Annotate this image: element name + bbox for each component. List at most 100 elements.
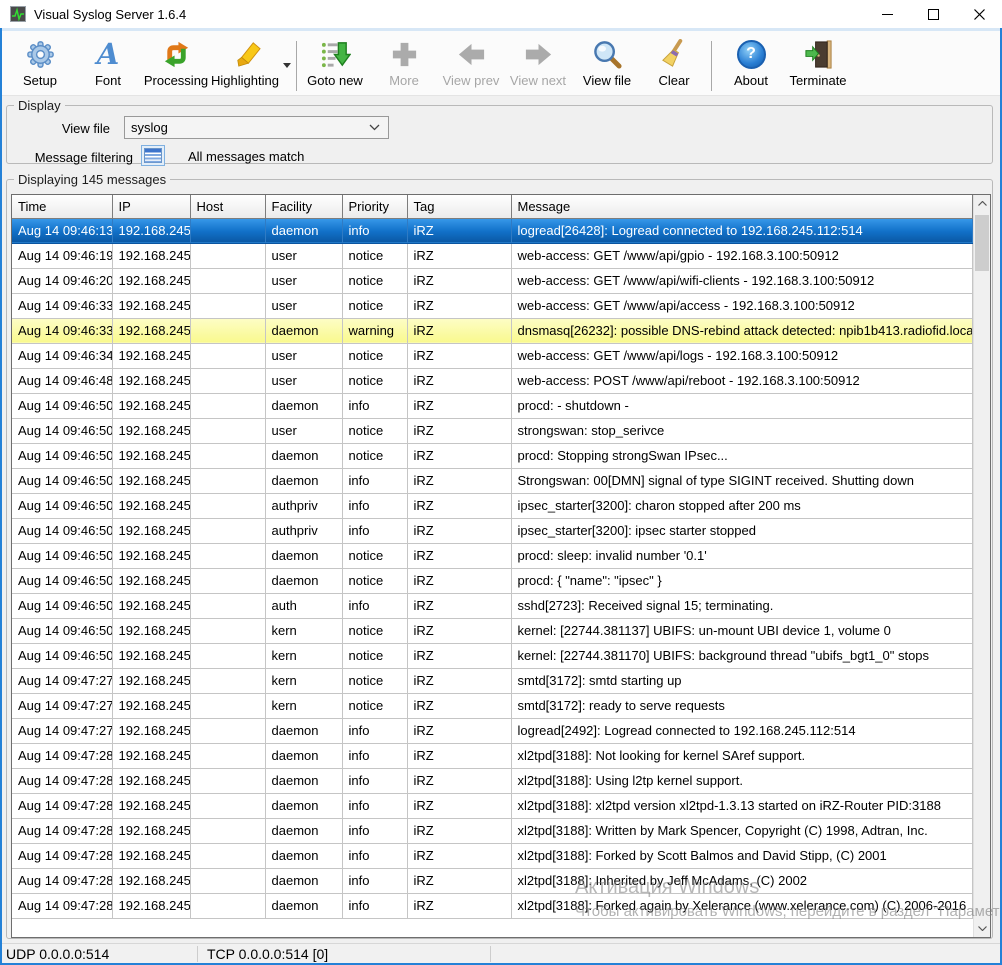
vertical-scrollbar[interactable] xyxy=(973,195,990,937)
view-prev-button[interactable]: View prev xyxy=(442,37,500,93)
about-button[interactable]: ? About xyxy=(727,37,775,93)
table-row[interactable]: Aug 14 09:46:20192.168.245.10usernoticei… xyxy=(12,268,973,293)
highlighting-dropdown-arrow-icon[interactable] xyxy=(283,63,291,68)
table-row[interactable]: Aug 14 09:47:27192.168.245.10kernnoticei… xyxy=(12,668,973,693)
cell-priority: notice xyxy=(342,693,407,718)
table-row[interactable]: Aug 14 09:46:50192.168.245.10kernnoticei… xyxy=(12,643,973,668)
table-row[interactable]: Aug 14 09:47:28192.168.245.10daemoninfoi… xyxy=(12,818,973,843)
cell-facility: kern xyxy=(265,618,342,643)
cell-facility: user xyxy=(265,343,342,368)
cell-host xyxy=(190,218,265,243)
table-row[interactable]: Aug 14 09:46:50192.168.245.10daemonnotic… xyxy=(12,568,973,593)
table-row[interactable]: Aug 14 09:46:50192.168.245.10authprivinf… xyxy=(12,493,973,518)
table-row[interactable]: Aug 14 09:46:50192.168.245.10authprivinf… xyxy=(12,518,973,543)
cell-ip: 192.168.245.10 xyxy=(112,518,190,543)
table-row[interactable]: Aug 14 09:46:50192.168.245.10kernnoticei… xyxy=(12,618,973,643)
highlighting-button[interactable]: Highlighting xyxy=(211,37,279,93)
cell-ip: 192.168.245.10 xyxy=(112,643,190,668)
clear-button[interactable]: Clear xyxy=(652,37,696,93)
column-header-facility[interactable]: Facility xyxy=(265,195,342,218)
table-row[interactable]: Aug 14 09:46:50192.168.245.10daemonnotic… xyxy=(12,543,973,568)
view-next-label: View next xyxy=(510,73,566,88)
table-row[interactable]: Aug 14 09:46:13192.168.245.10daemoninfoi… xyxy=(12,218,973,243)
more-button[interactable]: More xyxy=(380,37,428,93)
cell-host xyxy=(190,768,265,793)
view-next-button[interactable]: View next xyxy=(509,37,567,93)
view-file-combobox[interactable]: syslog xyxy=(124,116,389,139)
close-button[interactable] xyxy=(956,0,1002,28)
app-icon[interactable] xyxy=(10,6,26,22)
chevron-down-icon xyxy=(369,124,380,131)
scroll-up-button[interactable] xyxy=(974,195,991,212)
cell-host xyxy=(190,643,265,668)
cell-tag: iRZ xyxy=(407,293,511,318)
table-row[interactable]: Aug 14 09:47:27192.168.245.10daemoninfoi… xyxy=(12,718,973,743)
cell-priority: info xyxy=(342,468,407,493)
column-header-host[interactable]: Host xyxy=(190,195,265,218)
cell-priority: info xyxy=(342,718,407,743)
cell-priority: info xyxy=(342,843,407,868)
goto-new-button[interactable]: Goto new xyxy=(305,37,365,93)
cell-ip: 192.168.245.10 xyxy=(112,493,190,518)
cell-host xyxy=(190,518,265,543)
table-row[interactable]: Aug 14 09:47:28192.168.245.10daemoninfoi… xyxy=(12,743,973,768)
column-header-message[interactable]: Message xyxy=(511,195,973,218)
cell-tag: iRZ xyxy=(407,218,511,243)
terminate-button[interactable]: Terminate xyxy=(788,37,848,93)
toolbar-separator xyxy=(296,41,297,91)
view-file-field-label: View file xyxy=(40,121,110,136)
column-header-priority[interactable]: Priority xyxy=(342,195,407,218)
scroll-down-button[interactable] xyxy=(974,920,991,937)
font-button[interactable]: A Font xyxy=(84,37,132,93)
table-row[interactable]: Aug 14 09:47:28192.168.245.10daemoninfoi… xyxy=(12,868,973,893)
table-row[interactable]: Aug 14 09:47:28192.168.245.10daemoninfoi… xyxy=(12,843,973,868)
maximize-button[interactable] xyxy=(910,0,956,28)
table-row[interactable]: Aug 14 09:46:50192.168.245.10daemonnotic… xyxy=(12,443,973,468)
cell-ip: 192.168.245.10 xyxy=(112,868,190,893)
cell-message: dnsmasq[26232]: possible DNS-rebind atta… xyxy=(511,318,973,343)
cell-tag: iRZ xyxy=(407,593,511,618)
table-row[interactable]: Aug 14 09:46:34192.168.245.10usernoticei… xyxy=(12,343,973,368)
view-file-button[interactable]: View file xyxy=(579,37,635,93)
cell-time: Aug 14 09:46:20 xyxy=(12,268,112,293)
processing-button[interactable]: Processing xyxy=(145,37,207,93)
cell-time: Aug 14 09:46:50 xyxy=(12,493,112,518)
table-row[interactable]: Aug 14 09:47:28192.168.245.10daemoninfoi… xyxy=(12,893,973,918)
table-row[interactable]: Aug 14 09:47:28192.168.245.10daemoninfoi… xyxy=(12,768,973,793)
table-row[interactable]: Aug 14 09:46:50192.168.245.10daemoninfoi… xyxy=(12,393,973,418)
tcp-status: TCP 0.0.0.0:514 [0] xyxy=(207,945,328,963)
cell-tag: iRZ xyxy=(407,343,511,368)
cell-ip: 192.168.245.10 xyxy=(112,768,190,793)
cell-facility: daemon xyxy=(265,543,342,568)
table-row[interactable]: Aug 14 09:47:27192.168.245.10kernnoticei… xyxy=(12,693,973,718)
cell-priority: notice xyxy=(342,368,407,393)
table-row[interactable]: Aug 14 09:46:33192.168.245.10daemonwarni… xyxy=(12,318,973,343)
table-row[interactable]: Aug 14 09:46:19192.168.245.10usernoticei… xyxy=(12,243,973,268)
cell-tag: iRZ xyxy=(407,643,511,668)
table-row[interactable]: Aug 14 09:46:48192.168.245.10usernoticei… xyxy=(12,368,973,393)
table-row[interactable]: Aug 14 09:46:50192.168.245.10usernoticei… xyxy=(12,418,973,443)
column-header-time[interactable]: Time xyxy=(12,195,112,218)
table-row[interactable]: Aug 14 09:46:50192.168.245.10authinfoiRZ… xyxy=(12,593,973,618)
cell-priority: notice xyxy=(342,618,407,643)
cell-tag: iRZ xyxy=(407,493,511,518)
cell-time: Aug 14 09:46:13 xyxy=(12,218,112,243)
table-row[interactable]: Aug 14 09:46:50192.168.245.10daemoninfoi… xyxy=(12,468,973,493)
message-filter-button[interactable] xyxy=(141,145,165,166)
cell-host xyxy=(190,718,265,743)
cell-ip: 192.168.245.10 xyxy=(112,718,190,743)
column-header-tag[interactable]: Tag xyxy=(407,195,511,218)
minimize-button[interactable] xyxy=(864,0,910,28)
cell-facility: user xyxy=(265,293,342,318)
cell-tag: iRZ xyxy=(407,393,511,418)
cell-host xyxy=(190,243,265,268)
setup-button[interactable]: Setup xyxy=(16,37,64,93)
table-row[interactable]: Aug 14 09:47:28192.168.245.10daemoninfoi… xyxy=(12,793,973,818)
scrollbar-thumb[interactable] xyxy=(975,215,989,271)
window-border xyxy=(0,28,2,965)
column-header-ip[interactable]: IP xyxy=(112,195,190,218)
table-row[interactable]: Aug 14 09:46:33192.168.245.10usernoticei… xyxy=(12,293,973,318)
cell-priority: notice xyxy=(342,568,407,593)
cell-priority: info xyxy=(342,868,407,893)
setup-label: Setup xyxy=(23,73,57,88)
